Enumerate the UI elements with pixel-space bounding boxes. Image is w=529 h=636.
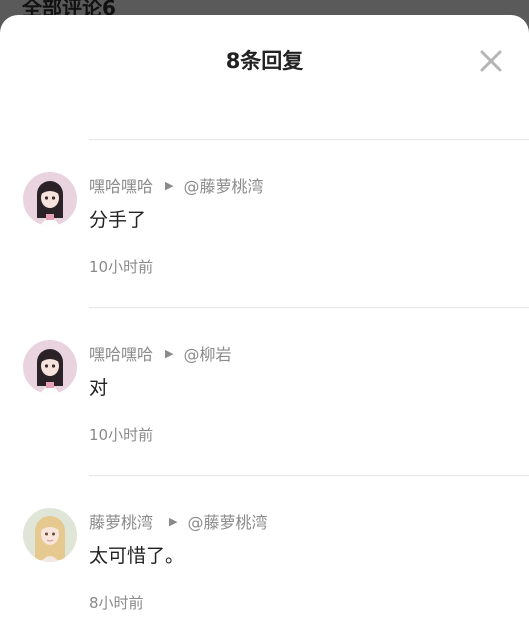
author-name[interactable]: 嘿哈嘿哈: [89, 341, 153, 365]
reply-text: 太可惜了。: [89, 545, 185, 567]
reply-time: 8小时前: [89, 594, 144, 612]
reply-text: 对: [89, 377, 109, 399]
reply-arrow-icon: ▶: [165, 178, 174, 192]
reply-item[interactable]: 嘿哈嘿哈 ▶ @柳岩 对 10小时前: [0, 308, 529, 476]
avatar[interactable]: [23, 340, 77, 394]
reply-text: 分手了: [89, 209, 147, 231]
sheet-title: 8条回复: [225, 49, 304, 73]
reply-meta: 嘿哈嘿哈 ▶ @柳岩: [89, 341, 232, 365]
reply-to-name[interactable]: @柳岩: [183, 341, 231, 365]
close-button[interactable]: [477, 47, 505, 75]
reply-to-name[interactable]: @藤萝桃湾: [183, 173, 263, 197]
reply-time: 10小时前: [89, 258, 154, 276]
reply-arrow-icon: ▶: [165, 346, 174, 360]
replies-sheet: 8条回复 嘿哈嘿哈 ▶ @藤萝桃湾 分手了 10小时前 嘿哈嘿哈 ▶ @柳岩 对…: [0, 15, 529, 636]
reply-to-name[interactable]: @藤萝桃湾: [187, 509, 267, 533]
reply-meta: 藤萝桃湾 ▶ @藤萝桃湾: [89, 509, 268, 533]
close-icon: [480, 50, 502, 72]
reply-item[interactable]: 藤萝桃湾 ▶ @藤萝桃湾 太可惜了。 8小时前: [0, 476, 529, 636]
author-name[interactable]: 嘿哈嘿哈: [89, 173, 153, 197]
author-name[interactable]: 藤萝桃湾: [89, 509, 153, 533]
reply-meta: 嘿哈嘿哈 ▶ @藤萝桃湾: [89, 173, 264, 197]
avatar[interactable]: [23, 508, 77, 562]
reply-item[interactable]: 嘿哈嘿哈 ▶ @藤萝桃湾 分手了 10小时前: [0, 140, 529, 308]
avatar[interactable]: [23, 172, 77, 226]
reply-arrow-icon: ▶: [169, 514, 178, 528]
reply-time: 10小时前: [89, 426, 154, 444]
